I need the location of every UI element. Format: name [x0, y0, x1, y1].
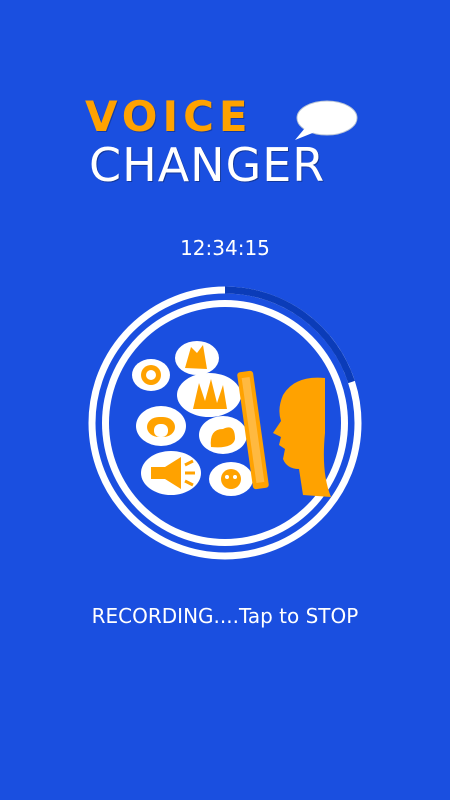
tunnel-icon [136, 406, 186, 446]
logo-text-changer: CHANGER [89, 138, 326, 192]
logo-text-voice: VOICE [85, 92, 253, 141]
squirrel-icon [199, 416, 247, 454]
skeleton-icon [209, 462, 253, 496]
speech-bubble-icon [295, 100, 358, 140]
chipmunk-icon [132, 359, 170, 391]
megaphone-icon [141, 451, 201, 495]
record-stop-button[interactable] [85, 283, 365, 563]
recording-timer: 12:34:15 [180, 236, 270, 260]
monster-icon [177, 373, 241, 417]
recording-status-text[interactable]: RECORDING....Tap to STOP [0, 604, 450, 628]
app-logo: VOICE CHANGER [85, 92, 375, 202]
alien-icon [175, 341, 219, 375]
